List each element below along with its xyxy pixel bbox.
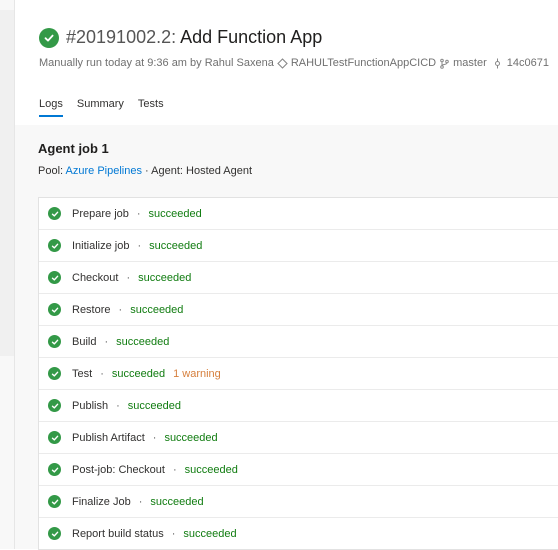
step-name: Publish Artifact	[72, 431, 145, 444]
title-row: #20191002.2: Add Function App	[39, 27, 322, 48]
step-list: Prepare job · succeeded Initialize job · succ…	[38, 197, 558, 550]
step-row[interactable]: Report build status · succeeded	[39, 518, 558, 549]
step-status: succeeded	[150, 495, 204, 508]
step-row[interactable]: Prepare job · succeeded	[39, 198, 558, 230]
step-separator: ·	[100, 367, 104, 380]
step-name: Publish	[72, 399, 109, 412]
step-success-icon	[48, 271, 61, 284]
step-success-icon	[48, 367, 61, 380]
step-name: Test	[72, 367, 93, 380]
logs-panel: Agent job 1 Pool: Azure Pipelines · Agen…	[15, 125, 558, 550]
step-separator: ·	[104, 335, 109, 348]
step-status: succeeded	[184, 463, 238, 476]
step-separator: ·	[137, 239, 142, 252]
tab-tests[interactable]: Tests	[138, 98, 164, 117]
step-row[interactable]: Test · succeeded 1 warning	[39, 358, 558, 390]
step-row[interactable]: Publish Artifact · succeeded	[39, 422, 558, 454]
step-warning[interactable]: 1 warning	[173, 368, 221, 380]
step-separator: ·	[118, 303, 123, 316]
pool-label: Pool:	[38, 165, 64, 177]
step-row[interactable]: Restore · succeeded	[39, 294, 558, 326]
success-check-icon	[39, 27, 59, 48]
left-panel-shade	[0, 10, 14, 356]
step-status: succeeded	[183, 527, 237, 540]
branch-name[interactable]: master	[453, 57, 487, 69]
repo-icon	[277, 57, 288, 69]
step-separator: ·	[152, 431, 157, 444]
step-name: Finalize Job	[72, 495, 131, 508]
step-name: Restore	[72, 303, 111, 316]
agent-text: · Agent: Hosted Agent	[145, 165, 253, 177]
commit-icon	[493, 58, 502, 69]
step-success-icon	[48, 207, 61, 220]
tab-logs[interactable]: Logs	[39, 98, 63, 117]
page-title: #20191002.2: Add Function App	[66, 27, 322, 48]
step-row[interactable]: Checkout · succeeded	[39, 262, 558, 294]
branch-icon	[439, 58, 450, 69]
step-success-icon	[48, 431, 61, 444]
build-name: Add Function App	[180, 27, 323, 47]
step-success-icon	[48, 399, 61, 412]
step-separator: ·	[138, 495, 143, 508]
step-status: succeeded	[149, 239, 203, 252]
step-row[interactable]: Build · succeeded	[39, 326, 558, 358]
step-row[interactable]: Finalize Job · succeeded	[39, 486, 558, 518]
pool-link[interactable]: Azure Pipelines	[66, 165, 142, 177]
step-status: succeeded	[130, 303, 184, 316]
step-name: Checkout	[72, 271, 119, 284]
step-success-icon	[48, 463, 61, 476]
build-header: #20191002.2: Add Function App Manually r…	[15, 0, 558, 125]
step-name: Post-job: Checkout	[72, 463, 165, 476]
step-success-icon	[48, 495, 61, 508]
commit-id[interactable]: 14c0671	[507, 57, 549, 69]
build-number: #20191002.2:	[66, 27, 177, 47]
step-status: succeeded	[111, 367, 166, 380]
step-name: Report build status	[72, 527, 164, 540]
step-row[interactable]: Publish · succeeded	[39, 390, 558, 422]
repo-name[interactable]: RAHULTestFunctionAppCICD	[291, 57, 436, 69]
step-success-icon	[48, 527, 61, 540]
step-name: Prepare job	[72, 207, 129, 220]
run-info: Manually run today at 9:36 am by Rahul S…	[39, 57, 549, 69]
left-panel-edge	[0, 0, 15, 549]
step-separator: ·	[172, 463, 177, 476]
tab-summary[interactable]: Summary	[77, 98, 124, 117]
step-success-icon	[48, 303, 61, 316]
run-info-text: Manually run today at 9:36 am by Rahul S…	[39, 57, 274, 69]
step-status: succeeded	[127, 399, 181, 412]
step-status: succeeded	[164, 431, 218, 444]
step-row[interactable]: Initialize job · succeeded	[39, 230, 558, 262]
step-separator: ·	[136, 207, 141, 220]
job-title: Agent job 1	[38, 141, 109, 156]
step-status: succeeded	[138, 271, 192, 284]
step-status: succeeded	[116, 335, 170, 348]
step-name: Build	[72, 335, 97, 348]
step-separator: ·	[116, 399, 120, 412]
step-row[interactable]: Post-job: Checkout · succeeded	[39, 454, 558, 486]
step-separator: ·	[171, 527, 176, 540]
step-success-icon	[48, 239, 61, 252]
tab-bar: Logs Summary Tests	[39, 98, 178, 117]
step-success-icon	[48, 335, 61, 348]
step-name: Initialize job	[72, 239, 130, 252]
step-status: succeeded	[148, 207, 202, 220]
step-separator: ·	[126, 271, 131, 284]
pool-info: Pool: Azure Pipelines · Agent: Hosted Ag…	[38, 165, 252, 177]
